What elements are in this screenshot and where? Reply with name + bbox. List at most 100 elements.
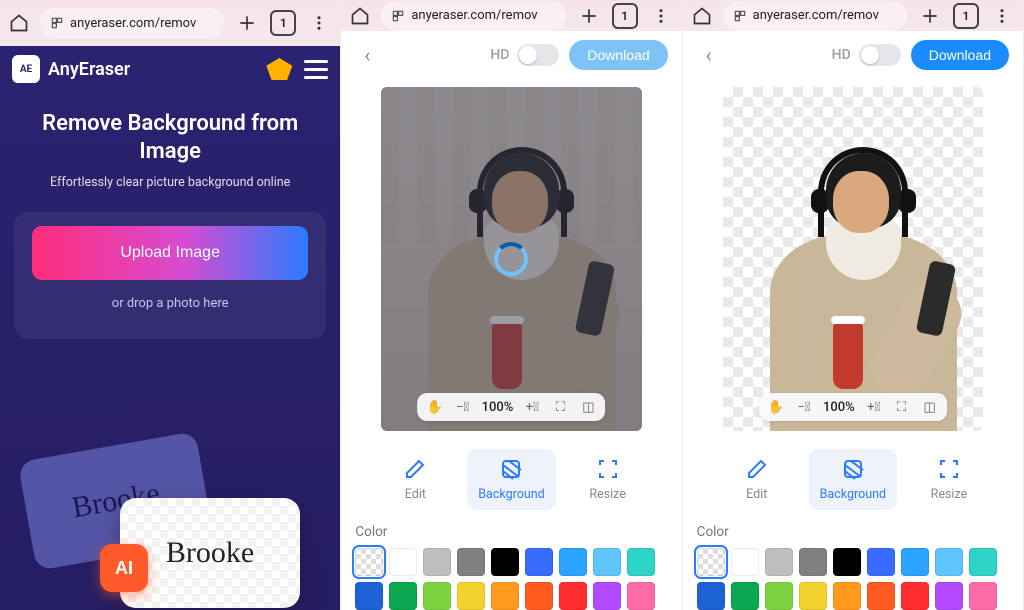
browser-chrome: anyeraser.com/remov 1 [683,0,1023,31]
new-tab-icon[interactable] [917,3,943,29]
tool-background[interactable]: Background [809,449,897,510]
browser-chrome: anyeraser.com/remov 1 [0,0,340,46]
fullscreen-icon[interactable]: ⛶ [551,398,569,416]
tool-edit-label: Edit [405,487,426,502]
color-swatch[interactable] [457,582,485,610]
color-swatch[interactable] [697,548,725,576]
home-icon[interactable] [691,5,713,27]
tool-background[interactable]: Background [467,449,555,510]
fullscreen-icon[interactable]: ⛶ [893,398,911,416]
color-section: Color [683,518,1023,610]
color-swatch[interactable] [867,548,895,576]
compare-icon[interactable]: ◫ [579,398,597,416]
hero-subtitle: Effortlessly clear picture background on… [20,175,320,190]
color-section: Color [341,518,681,610]
color-swatch[interactable] [559,582,587,610]
tool-edit[interactable]: Edit [371,449,459,510]
color-swatch[interactable] [525,582,553,610]
url-bar[interactable]: anyeraser.com/remov [40,8,224,38]
back-icon[interactable]: ‹ [355,43,379,67]
image-canvas[interactable]: ✋ −⃝ 100% +⃝ ⛶ ◫ [723,87,983,431]
tab-count[interactable]: 1 [612,3,638,29]
tool-resize[interactable]: Resize [905,449,993,510]
color-swatch[interactable] [969,548,997,576]
zoom-out-icon[interactable]: −⃝ [795,398,813,416]
browser-chrome: anyeraser.com/remov 1 [341,0,681,31]
hd-toggle[interactable] [859,44,901,66]
zoom-in-icon[interactable]: +⃝ [865,398,883,416]
color-swatch[interactable] [901,582,929,610]
color-swatch[interactable] [389,582,417,610]
browser-menu-icon[interactable] [306,10,332,36]
ai-badge: AI [100,544,148,592]
hero: Remove Background from Image Effortlessl… [0,92,340,198]
tool-resize[interactable]: Resize [564,449,652,510]
zoom-out-icon[interactable]: −⃝ [454,398,472,416]
app-logo: AE [12,55,40,83]
tab-count[interactable]: 1 [953,3,979,29]
color-swatch[interactable] [389,548,417,576]
url-text: anyeraser.com/remov [753,8,879,23]
url-bar[interactable]: anyeraser.com/remov [381,1,565,31]
tab-count[interactable]: 1 [270,10,296,36]
download-button[interactable]: Download [911,40,1009,70]
color-swatch[interactable] [935,582,963,610]
color-swatch[interactable] [969,582,997,610]
upload-card: Upload Image or drop a photo here [14,212,326,339]
color-swatch[interactable] [593,582,621,610]
upload-button[interactable]: Upload Image [32,226,308,280]
pan-icon[interactable]: ✋ [767,398,785,416]
color-swatch[interactable] [731,582,759,610]
brand-name: AnyEraser [48,59,130,80]
tool-edit[interactable]: Edit [713,449,801,510]
color-swatch[interactable] [491,582,519,610]
url-bar[interactable]: anyeraser.com/remov [723,1,907,31]
color-swatch[interactable] [697,582,725,610]
hd-toggle[interactable] [517,44,559,66]
color-swatch[interactable] [423,548,451,576]
color-swatch[interactable] [901,548,929,576]
hero-title: Remove Background from Image [20,110,320,165]
drop-hint: or drop a photo here [32,296,308,311]
download-button[interactable]: Download [569,40,667,70]
color-swatch[interactable] [627,548,655,576]
color-swatch[interactable] [355,582,383,610]
tool-tabs: Edit Background Resize [341,435,681,518]
compare-icon[interactable]: ◫ [921,398,939,416]
image-canvas[interactable]: ✋ −⃝ 100% +⃝ ⛶ ◫ [381,87,641,431]
premium-icon[interactable] [266,58,292,80]
new-tab-icon[interactable] [576,3,602,29]
color-swatch[interactable] [765,582,793,610]
pan-icon[interactable]: ✋ [426,398,444,416]
zoom-value: 100% [482,400,514,415]
color-swatch[interactable] [355,548,383,576]
color-swatch[interactable] [423,582,451,610]
browser-menu-icon[interactable] [989,3,1015,29]
zoom-in-icon[interactable]: +⃝ [523,398,541,416]
home-icon[interactable] [349,5,371,27]
color-swatch[interactable] [491,548,519,576]
zoom-value: 100% [823,400,855,415]
color-swatch[interactable] [867,582,895,610]
screenshot-panel-landing: anyeraser.com/remov 1 AE AnyEraser Remov… [0,0,341,610]
color-swatch[interactable] [559,548,587,576]
color-swatch[interactable] [833,582,861,610]
menu-icon[interactable] [300,60,328,79]
color-swatch[interactable] [457,548,485,576]
tool-tabs: Edit Background Resize [683,435,1023,518]
color-swatch[interactable] [935,548,963,576]
editor-toolbar: ‹ HD Download [341,31,681,79]
color-swatch[interactable] [593,548,621,576]
color-swatch[interactable] [627,582,655,610]
color-swatch[interactable] [765,548,793,576]
color-swatch[interactable] [799,548,827,576]
color-swatch[interactable] [525,548,553,576]
color-swatch[interactable] [731,548,759,576]
color-swatch[interactable] [799,582,827,610]
back-icon[interactable]: ‹ [697,43,721,67]
color-swatch[interactable] [833,548,861,576]
new-tab-icon[interactable] [234,10,260,36]
browser-menu-icon[interactable] [648,3,674,29]
home-icon[interactable] [8,12,30,34]
tool-background-label: Background [478,487,544,502]
